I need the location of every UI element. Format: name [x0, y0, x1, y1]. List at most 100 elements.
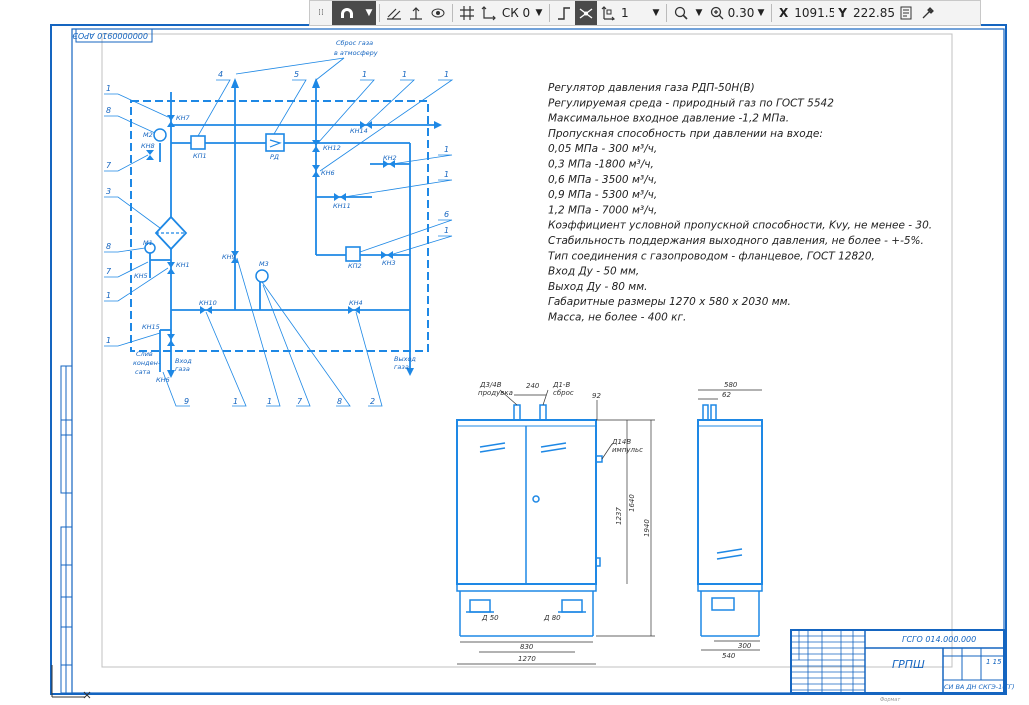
- grid-icon[interactable]: [456, 1, 478, 25]
- label-inlet2: газа: [175, 365, 190, 373]
- spec-line: Выход Ду - 80 мм.: [548, 281, 648, 293]
- safety-valve-kp2: [345, 246, 361, 262]
- callout-1h: 1: [444, 170, 449, 179]
- view-eye-icon[interactable]: [427, 1, 449, 25]
- callout-2: 2: [370, 397, 375, 406]
- snap-magnet-icon[interactable]: [332, 1, 362, 25]
- label-kn4: КН4: [349, 299, 363, 307]
- callout-1d: 1: [362, 70, 367, 79]
- regulator-rd: [265, 133, 285, 152]
- drawing-sheet: 0000000910 АРОЭ Сброс газа в атмосферу В…: [50, 24, 1015, 703]
- label-vent: Сброс газа: [336, 39, 373, 47]
- coordinate-system-icon[interactable]: [478, 1, 500, 25]
- callout-7c: 7: [297, 397, 303, 406]
- label-kn6: КН6: [321, 169, 335, 177]
- dim-1640: 1640: [628, 494, 636, 512]
- label-drain2: конден-: [133, 359, 161, 367]
- callout-1c: 1: [106, 336, 111, 345]
- zoom-value[interactable]: 0.30: [728, 1, 754, 25]
- spec-line: Регулируемая среда - природный газ по ГО…: [548, 97, 834, 109]
- x-coordinate-label: X: [779, 6, 789, 20]
- inner-frame: [71, 28, 1005, 694]
- toolbar-separator: [452, 4, 453, 22]
- properties-panel-icon[interactable]: [895, 1, 917, 25]
- callout-8c: 8: [337, 397, 342, 406]
- label-kn7: КН7: [176, 114, 191, 122]
- callout-5: 5: [294, 70, 299, 79]
- label-kn9: КН9: [222, 253, 236, 261]
- label-kn2: КН2: [383, 154, 397, 162]
- dim-830: 830: [520, 643, 534, 651]
- label-kp2: КП2: [348, 262, 362, 270]
- callout-1a: 1: [106, 84, 111, 93]
- spec-line: 0,05 МПа - 300 м³/ч,: [548, 143, 657, 155]
- front-view-dimensions: [457, 389, 655, 665]
- perpendicular-icon[interactable]: [405, 1, 427, 25]
- format-label: Формат: [880, 697, 901, 703]
- spec-line: Тип соединения с газопроводом - фланцево…: [548, 250, 875, 262]
- dim-1270: 1270: [518, 655, 536, 663]
- callout-4: 4: [218, 70, 223, 79]
- zoom-chevron-down-icon[interactable]: ▼: [754, 1, 768, 25]
- front-view-dim-text: Д3/4В продувка 240 Д1-В сброс 92 Д14В им…: [478, 381, 651, 663]
- callout-1g: 1: [444, 145, 449, 154]
- safety-valve-kp1: [190, 135, 206, 150]
- callout-7b: 7: [106, 267, 112, 276]
- spec-line: Регулятор давления газа РДП-50Н(В): [548, 82, 755, 94]
- grip-handle-icon[interactable]: ⁞⁞: [310, 1, 332, 25]
- cabinet-side-view: [697, 404, 763, 637]
- callout-7a: 7: [106, 161, 112, 170]
- callout-1f: 1: [444, 70, 449, 79]
- label-rd: РД: [270, 153, 279, 161]
- dim-92: 92: [592, 392, 601, 400]
- dim-vent: Д1-В: [552, 381, 570, 389]
- toolbar-separator: [771, 4, 772, 22]
- dim-1237: 1237: [615, 507, 623, 525]
- dim-imp: Д14В: [611, 438, 631, 446]
- label-inlet: Вход: [175, 357, 192, 365]
- eyedropper-icon[interactable]: [917, 1, 939, 25]
- dim-vent2: сброс: [553, 389, 574, 397]
- callout-1j: 1: [233, 397, 238, 406]
- side-view-dim-text: 580 62 300 540: [722, 381, 752, 660]
- title-org: СИ ВА ДН СКГЭ-1(ГГ): [944, 683, 1015, 691]
- dimension-icon[interactable]: [597, 1, 619, 25]
- callout-1b: 1: [106, 291, 111, 300]
- callout-9: 9: [184, 397, 189, 406]
- spec-line: Масса, не более - 400 кг.: [548, 312, 686, 324]
- gas-schematic: Сброс газа в атмосферу Вход газа Выход г…: [104, 39, 454, 407]
- y-coordinate-field[interactable]: 222.859: [851, 1, 895, 25]
- line-style-value[interactable]: 1: [619, 1, 649, 25]
- callout-3: 3: [106, 187, 111, 196]
- dim-540: 540: [722, 652, 736, 660]
- dim-580: 580: [724, 381, 738, 389]
- spec-line: Габаритные размеры 1270 х 580 х 2030 мм.: [548, 296, 791, 308]
- label-drain3: сата: [135, 368, 150, 376]
- parallel-lines-icon[interactable]: [383, 1, 405, 25]
- label-kn14: КН14: [350, 127, 368, 135]
- label-drain: Слив: [136, 350, 153, 358]
- dim-240: 240: [526, 382, 540, 390]
- dim-d80: Д 80: [543, 614, 561, 622]
- label-kn3: КН3: [382, 259, 396, 267]
- coordinate-system-chevron-down-icon[interactable]: ▼: [532, 1, 546, 25]
- line-style-icon[interactable]: [553, 1, 575, 25]
- spec-line: 1,2 МПа - 7000 м³/ч,: [548, 204, 657, 216]
- snap-dropdown-chevron-down-icon[interactable]: ▼: [362, 1, 376, 25]
- dim-in: Д3/4В: [479, 381, 502, 389]
- dim-d50: Д 50: [481, 614, 499, 622]
- zoom-icon[interactable]: [706, 1, 728, 25]
- coordinate-system-value[interactable]: СК 0: [500, 1, 532, 25]
- dim-imp2: импульс: [612, 446, 643, 454]
- zoom-mode-chevron-down-icon[interactable]: ▼: [692, 1, 706, 25]
- polyline-snap-icon[interactable]: [575, 1, 597, 25]
- x-coordinate-field[interactable]: 1091.5: [792, 1, 834, 25]
- label-outlet: Выход: [394, 355, 416, 363]
- label-m1: М1: [143, 239, 153, 247]
- spec-line: 0,3 МПа -1800 м³/ч,: [548, 159, 654, 171]
- label-kn5: КН5: [134, 272, 148, 280]
- zoom-window-icon[interactable]: [670, 1, 692, 25]
- side-stamp: [60, 365, 73, 694]
- label-kn6b: КН6: [156, 376, 170, 384]
- line-style-chevron-down-icon[interactable]: ▼: [649, 1, 663, 25]
